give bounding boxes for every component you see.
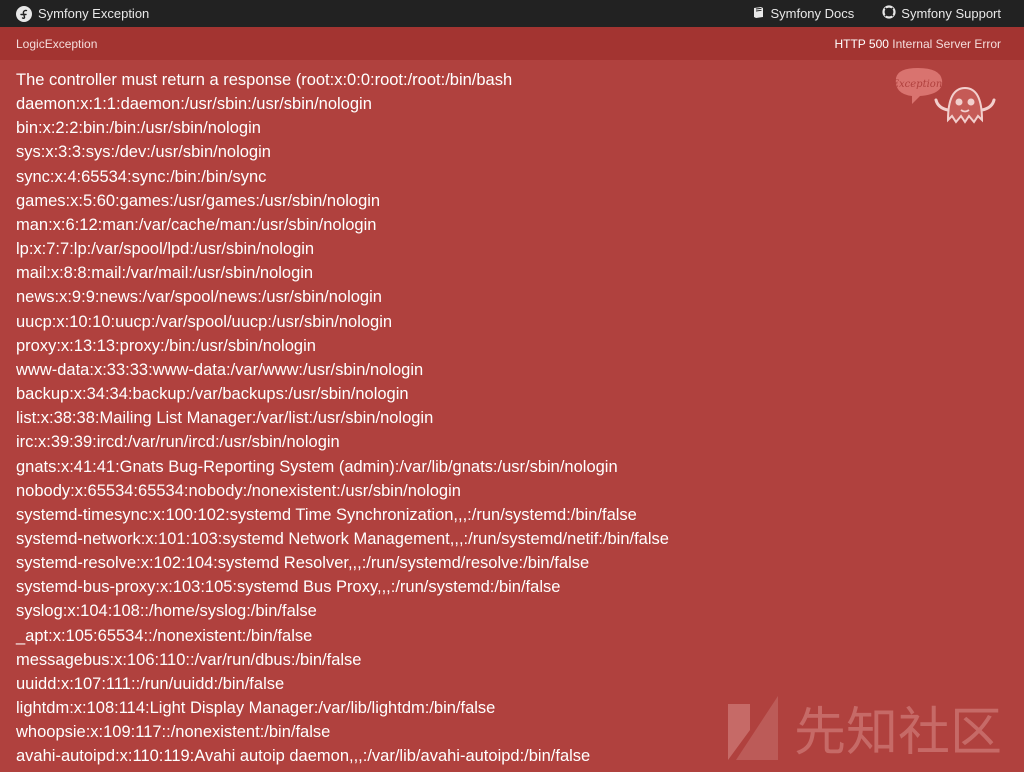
message-line: lp:x:7:7:lp:/var/spool/lpd:/usr/sbin/nol… [16, 240, 315, 259]
message-line: _apt:x:105:65534::/nonexistent:/bin/fals… [16, 626, 313, 645]
message-line: systemd-bus-proxy:x:103:105:systemd Bus … [16, 578, 561, 597]
exception-header: LogicException HTTP 500 Internal Server … [0, 27, 1024, 60]
message-line: list:x:38:38:Mailing List Manager:/var/l… [16, 409, 434, 428]
message-line: uucp:x:10:10:uucp:/var/spool/uucp:/usr/s… [16, 312, 393, 331]
message-line: bin:x:2:2:bin:/bin:/usr/sbin/nologin [16, 119, 261, 138]
message-line: systemd-resolve:x:102:104:systemd Resolv… [16, 554, 590, 573]
http-status: HTTP 500 Internal Server Error [834, 37, 1001, 51]
message-line: www-data:x:33:33:www-data:/var/www:/usr/… [16, 360, 424, 379]
exception-ghost-icon: Exception! [890, 66, 1005, 136]
docs-link-label: Symfony Docs [770, 6, 855, 21]
top-navbar: Symfony Exception Symfony Docs Symfony S… [0, 0, 1024, 27]
docs-link[interactable]: Symfony Docs [752, 6, 854, 22]
message-line: news:x:9:9:news:/var/spool/news:/usr/sbi… [16, 288, 382, 307]
message-line: syslog:x:104:108::/home/syslog:/bin/fals… [16, 602, 317, 621]
message-line: backup:x:34:34:backup:/var/backups:/usr/… [16, 385, 409, 404]
message-line: The controller must return a response (r… [16, 71, 513, 89]
lifebuoy-icon [882, 5, 896, 22]
message-line: gnats:x:41:41:Gnats Bug-Reporting System… [16, 457, 618, 476]
message-line: systemd-network:x:101:103:systemd Networ… [16, 529, 669, 548]
message-line: daemon:x:1:1:daemon:/usr/sbin:/usr/sbin/… [16, 95, 372, 114]
message-line: nobody:x:65534:65534:nobody:/nonexistent… [16, 481, 461, 500]
brand-label: Symfony Exception [38, 6, 150, 21]
message-line: man:x:6:12:man:/var/cache/man:/usr/sbin/… [16, 215, 377, 234]
brand[interactable]: Symfony Exception [16, 0, 149, 27]
message-line: proxy:x:13:13:proxy:/bin:/usr/sbin/nolog… [16, 336, 316, 355]
message-line: mail:x:8:8:mail:/var/mail:/usr/sbin/nolo… [16, 264, 314, 283]
symfony-logo-icon [16, 5, 32, 22]
message-line: sync:x:4:65534:sync:/bin:/bin/sync [16, 167, 267, 186]
http-status-text: Internal Server Error [892, 37, 1001, 51]
message-line: irc:x:39:39:ircd:/var/run/ircd:/usr/sbin… [16, 433, 340, 452]
support-link-label: Symfony Support [901, 6, 1001, 21]
exception-class: LogicException [16, 37, 98, 51]
book-icon [752, 6, 765, 22]
svg-text:先知社区: 先知社区 [794, 703, 1002, 763]
message-line: systemd-timesync:x:100:102:systemd Time … [16, 505, 637, 524]
http-status-code: HTTP 500 [834, 37, 889, 51]
svg-text:Exception!: Exception! [891, 79, 947, 90]
watermark-logo: 先知社区 [722, 690, 1012, 767]
exception-message: The controller must return a response (r… [16, 68, 916, 769]
support-link[interactable]: Symfony Support [882, 5, 1001, 22]
message-line: games:x:5:60:games:/usr/games:/usr/sbin/… [16, 191, 381, 210]
message-line: messagebus:x:106:110::/var/run/dbus:/bin… [16, 650, 362, 669]
message-line: sys:x:3:3:sys:/dev:/usr/sbin/nologin [16, 143, 271, 162]
